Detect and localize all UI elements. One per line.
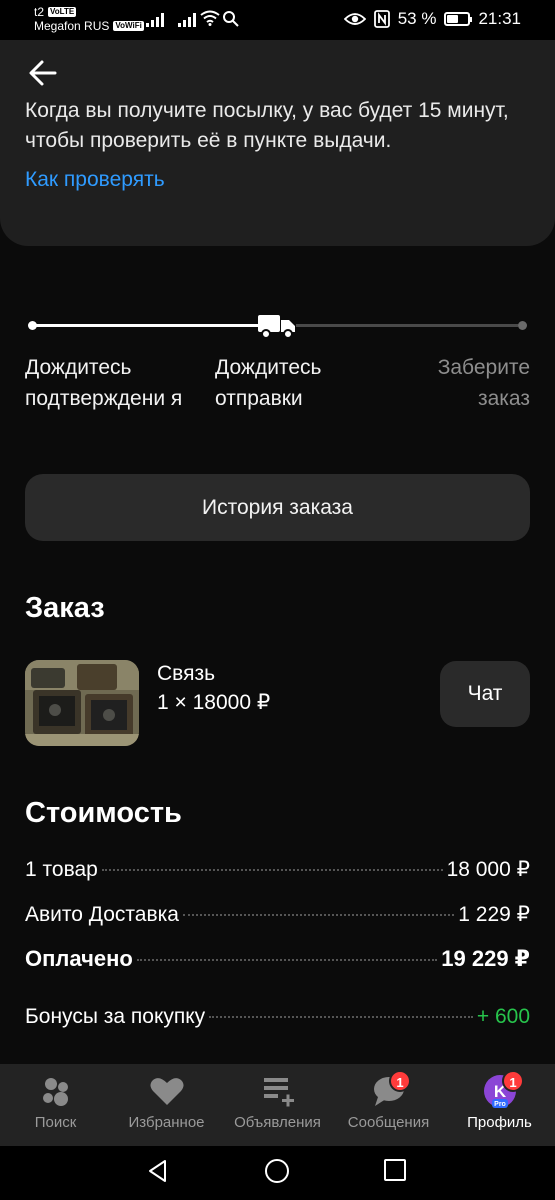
status-bar: t2 VoLTE Megafon RUS VoWiFi 53 % 21:31 (0, 0, 555, 40)
nav-listings[interactable]: Объявления (222, 1064, 333, 1146)
cost-value: 1 229 ₽ (458, 903, 530, 926)
cost-label: Авито Доставка (25, 903, 179, 926)
order-progress (28, 310, 528, 340)
truck-icon (258, 315, 295, 339)
bonus-value: + 600 (476, 1005, 530, 1028)
step-confirmation: Дождитесь подтверждени я (25, 356, 183, 410)
nav-label: Поиск (34, 1114, 77, 1131)
heart-icon (150, 1078, 183, 1105)
signal-icon (146, 11, 164, 27)
battery-level (447, 15, 459, 23)
progress-line-pending (296, 324, 518, 327)
cost-value: 18 000 ₽ (446, 858, 530, 881)
product-thumbnail[interactable] (25, 660, 139, 746)
battery-percent: 53 % (397, 9, 437, 28)
nav-label: Профиль (467, 1114, 532, 1131)
bonus-label: Бонусы за покупку (25, 1005, 206, 1028)
progress-line-done (34, 324, 262, 327)
nav-favorites[interactable]: Избранное (111, 1064, 222, 1146)
battery-icon (444, 12, 473, 26)
cost-row-bonus: Бонусы за покупку + 600 (25, 1005, 530, 1029)
info-card: Когда вы получите посылку, у вас будет 1… (0, 40, 555, 246)
signal-icon-2 (178, 11, 196, 27)
nav-profile[interactable]: K Pro 1 Профиль (444, 1064, 555, 1146)
how-to-check-link[interactable]: Как проверять (25, 168, 165, 192)
volte-badge: VoLTE (48, 7, 77, 17)
nav-label: Объявления (234, 1114, 321, 1131)
system-navigation (0, 1146, 555, 1200)
nfc-icon (373, 10, 390, 28)
profile-badge: 1 (502, 1070, 524, 1092)
nav-search[interactable]: Поиск (0, 1064, 111, 1146)
messages-badge: 1 (389, 1070, 411, 1092)
chat-button[interactable]: Чат (440, 661, 530, 727)
item-quantity-price: 1 × 18000 ₽ (157, 691, 271, 714)
order-history-button[interactable]: История заказа (25, 474, 530, 541)
wifi-icon (200, 10, 220, 26)
cost-row-items: 1 товар 18 000 ₽ (25, 857, 530, 882)
cost-label: Оплачено (25, 946, 133, 971)
step-shipping: Дождитесь отправки (215, 356, 322, 410)
nav-messages[interactable]: 1 Сообщения (333, 1064, 444, 1146)
search-status-icon (223, 11, 239, 27)
system-back-icon[interactable] (145, 1158, 171, 1184)
order-heading: Заказ (25, 592, 105, 624)
cost-row-paid: Оплачено 19 229 ₽ (25, 946, 530, 972)
cost-label: 1 товар (25, 858, 98, 881)
info-text: Когда вы получите посылку, у вас будет 1… (25, 99, 509, 152)
bottom-navigation: Поиск Избранное Объявления 1 Сообщения K… (0, 1064, 555, 1146)
search-dots-icon (42, 1078, 68, 1106)
back-arrow-icon[interactable] (26, 56, 60, 90)
network-label: t2 (34, 5, 45, 19)
nav-label: Избранное (128, 1114, 205, 1131)
pro-label: Pro (494, 1101, 506, 1108)
cost-row-delivery: Авито Доставка 1 229 ₽ (25, 902, 530, 927)
listings-add-icon (263, 1078, 294, 1107)
system-home-icon[interactable] (264, 1158, 290, 1184)
item-title[interactable]: Связь (157, 662, 215, 686)
eye-icon (343, 13, 366, 25)
nav-label: Сообщения (347, 1114, 430, 1131)
cost-heading: Стоимость (25, 797, 182, 829)
system-recents-icon[interactable] (383, 1158, 407, 1182)
carrier-label: Megafon RUS (34, 19, 110, 33)
vowifi-badge: VoWiFi (113, 21, 144, 31)
clock: 21:31 (478, 9, 521, 28)
cost-value: 19 229 ₽ (441, 946, 530, 971)
progress-dot-end (518, 321, 527, 330)
step-pickup: Заберите заказ (437, 356, 530, 410)
